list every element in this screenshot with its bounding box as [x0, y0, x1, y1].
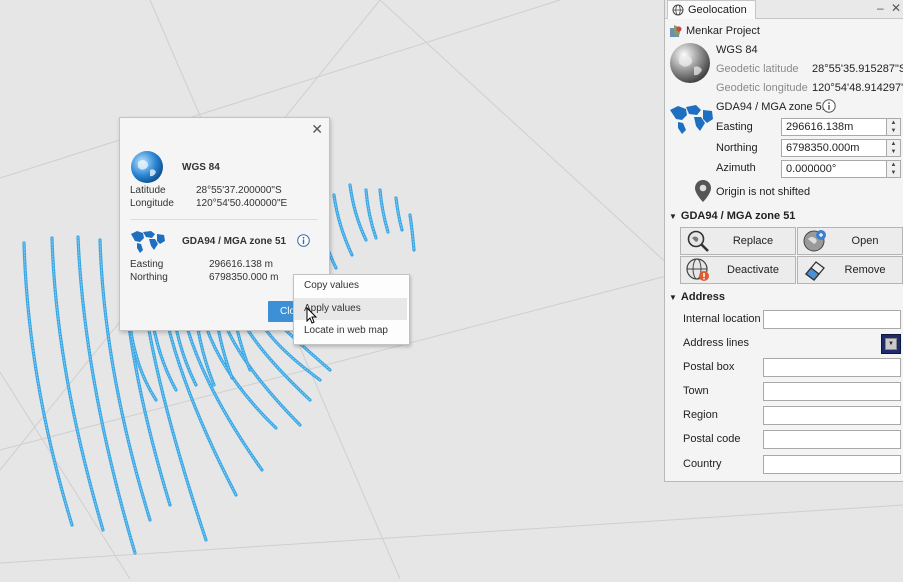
- geodetic-longitude-value: 120°54'48.914297"E: [812, 82, 903, 94]
- info-icon[interactable]: [822, 99, 836, 113]
- geodetic-latitude-label: Geodetic latitude: [716, 63, 799, 75]
- spin-up-icon[interactable]: ▲: [887, 119, 900, 127]
- country-label: Country: [683, 458, 722, 470]
- mouse-cursor-icon: [306, 307, 318, 324]
- spin-down-icon[interactable]: ▼: [887, 127, 900, 135]
- popup-lon-value: 120°54'50.400000"E: [196, 198, 288, 209]
- globe-outline-icon: [672, 4, 684, 16]
- deactivate-button[interactable]: Deactivate: [680, 256, 796, 284]
- popup-easting-label: Easting: [130, 259, 164, 270]
- azimuth-label: Azimuth: [716, 162, 756, 174]
- project-name: Menkar Project: [686, 25, 760, 37]
- replace-label: Replace: [732, 235, 774, 247]
- globe-deactivate-icon: [686, 258, 709, 281]
- easting-label: Easting: [716, 121, 753, 133]
- geodetic-longitude-label: Geodetic longitude: [716, 82, 808, 94]
- town-label: Town: [683, 385, 709, 397]
- menu-item-copy-values[interactable]: Copy values: [294, 275, 407, 297]
- address-lines-label: Address lines: [683, 337, 750, 349]
- popup-divider: [130, 219, 318, 220]
- spin-up-icon[interactable]: ▲: [887, 161, 900, 169]
- tab-geolocation[interactable]: Geolocation: [667, 0, 756, 19]
- spin-up-icon[interactable]: ▲: [887, 140, 900, 148]
- panel-title: Geolocation: [688, 4, 747, 16]
- info-icon[interactable]: [297, 234, 310, 247]
- project-icon: [670, 25, 682, 37]
- postal-box-input[interactable]: [763, 358, 901, 377]
- popup-lat-value: 28°55'37.200000"S: [196, 185, 282, 196]
- globe-grey-icon: [670, 43, 710, 83]
- easting-spinner[interactable]: ▲ ▼: [887, 118, 901, 136]
- world-map-icon: [131, 231, 165, 253]
- globe-icon: [131, 151, 163, 183]
- open-label: Open: [851, 235, 879, 247]
- easting-value: 296616.138m: [786, 121, 854, 133]
- address-lines-dropdown[interactable]: ▼: [881, 334, 901, 354]
- geodetic-latitude-value: 28°55'35.915287"S: [812, 63, 903, 75]
- remove-button[interactable]: Remove: [797, 256, 903, 284]
- azimuth-value: 0.000000°: [786, 163, 837, 175]
- geolocation-panel: Geolocation – ✕ Menkar Project WGS 84 Ge…: [664, 0, 903, 482]
- popup-northing-label: Northing: [130, 272, 168, 283]
- location-pin-icon: [695, 180, 711, 202]
- replace-button[interactable]: Replace: [680, 227, 796, 255]
- easting-input[interactable]: 296616.138m: [781, 118, 887, 136]
- eraser-icon: [805, 261, 825, 281]
- world-map-icon: [670, 105, 713, 134]
- region-label: Region: [683, 409, 718, 421]
- deactivate-label: Deactivate: [727, 264, 779, 276]
- azimuth-input[interactable]: 0.000000°: [781, 160, 887, 178]
- popup-easting-value: 296616.138 m: [209, 259, 273, 270]
- spin-down-icon[interactable]: ▼: [887, 148, 900, 156]
- close-icon[interactable]: ✕: [891, 1, 901, 15]
- internal-location-label: Internal location: [683, 313, 761, 325]
- northing-input[interactable]: 6798350.000m: [781, 139, 887, 157]
- popup-wgs-title: WGS 84: [182, 162, 220, 173]
- origin-status: Origin is not shifted: [716, 186, 811, 198]
- northing-spinner[interactable]: ▲ ▼: [887, 139, 901, 157]
- wgs-title: WGS 84: [716, 44, 758, 56]
- region-input[interactable]: [763, 406, 901, 425]
- popup-close-icon[interactable]: ✕: [311, 121, 323, 138]
- internal-location-input[interactable]: [763, 310, 901, 329]
- section-crs-header[interactable]: ▼ GDA94 / MGA zone 51: [669, 210, 795, 222]
- postal-code-input[interactable]: [763, 430, 901, 449]
- magnifier-globe-icon: [687, 230, 709, 252]
- gda-title: GDA94 / MGA zone 51: [716, 101, 828, 113]
- postal-code-label: Postal code: [683, 433, 741, 445]
- panel-titlebar: Geolocation – ✕: [665, 0, 903, 19]
- northing-value: 6798350.000m: [786, 142, 860, 154]
- northing-label: Northing: [716, 142, 758, 154]
- collapse-arrow-icon[interactable]: ▼: [669, 212, 677, 221]
- spin-down-icon[interactable]: ▼: [887, 169, 900, 177]
- town-input[interactable]: [763, 382, 901, 401]
- chevron-down-icon: ▼: [885, 338, 897, 350]
- minimize-icon[interactable]: –: [877, 1, 884, 15]
- section-address-header[interactable]: ▼ Address: [669, 291, 725, 303]
- popup-gda-title: GDA94 / MGA zone 51: [182, 236, 287, 247]
- country-input[interactable]: [763, 455, 901, 474]
- postal-box-label: Postal box: [683, 361, 735, 373]
- azimuth-spinner[interactable]: ▲ ▼: [887, 160, 901, 178]
- section-address-title: Address: [680, 291, 725, 303]
- popup-northing-value: 6798350.000 m: [209, 272, 279, 283]
- popup-lon-label: Longitude: [130, 198, 174, 209]
- open-button[interactable]: Open: [797, 227, 903, 255]
- collapse-arrow-icon[interactable]: ▼: [669, 293, 677, 302]
- remove-label: Remove: [844, 264, 886, 276]
- section-crs-title: GDA94 / MGA zone 51: [680, 210, 796, 222]
- popup-lat-label: Latitude: [130, 185, 166, 196]
- globe-open-icon: [803, 230, 826, 252]
